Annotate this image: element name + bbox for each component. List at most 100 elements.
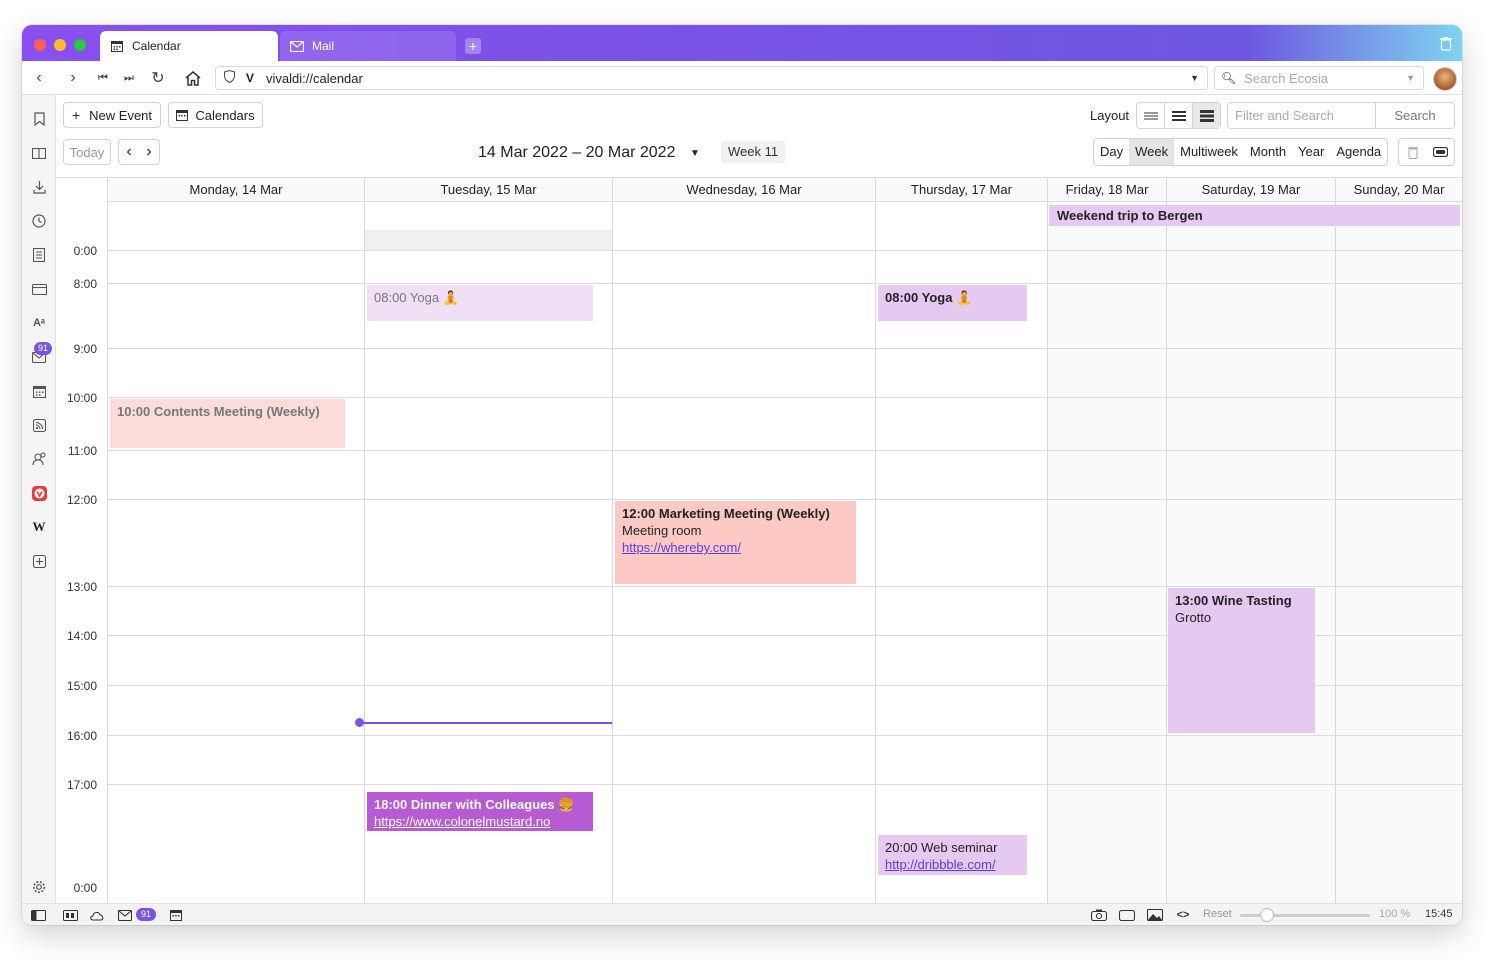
event-wine-tasting[interactable]: 13:00 Wine Tasting Grotto bbox=[1168, 588, 1315, 733]
toggle-panel-icon[interactable] bbox=[1427, 139, 1455, 165]
tab-calendar[interactable]: Calendar bbox=[100, 31, 278, 61]
mail-count-badge: 91 bbox=[136, 908, 157, 921]
layout-large-icon[interactable] bbox=[1193, 103, 1220, 128]
day-header: Tuesday, 15 Mar bbox=[364, 178, 612, 202]
event-dinner[interactable]: 18:00 Dinner with Colleagues 🍔 https://w… bbox=[367, 792, 593, 831]
day-column[interactable] bbox=[1047, 202, 1166, 904]
calendar-icon[interactable] bbox=[30, 382, 48, 400]
minimize-window-button[interactable] bbox=[54, 39, 66, 51]
event-link[interactable]: https://www.colonelmustard.no bbox=[374, 813, 586, 830]
layout-compact-icon[interactable] bbox=[1137, 103, 1165, 128]
time-label: 0:00 bbox=[73, 881, 97, 895]
address-bar: ‹ › ⏮ ⏭ ↻ V vivaldi://calendar ▼ 🔍︎ Sear… bbox=[22, 61, 1462, 95]
wikipedia-icon[interactable]: W bbox=[30, 518, 48, 536]
bookmark-icon[interactable] bbox=[30, 110, 48, 128]
view-day[interactable]: Day bbox=[1094, 139, 1129, 165]
calendars-button[interactable]: Calendars bbox=[168, 102, 263, 128]
time-label: 0:00 bbox=[73, 244, 97, 258]
event-link[interactable]: https://whereby.com/ bbox=[622, 539, 849, 556]
search-button[interactable]: Search bbox=[1376, 103, 1454, 128]
zoom-slider-handle[interactable] bbox=[1260, 908, 1274, 922]
notes-icon[interactable] bbox=[30, 246, 48, 264]
event-marketing-meeting[interactable]: 12:00 Marketing Meeting (Weekly) Meeting… bbox=[615, 501, 856, 584]
plus-icon: + bbox=[71, 107, 81, 123]
maximize-window-button[interactable] bbox=[74, 39, 86, 51]
contacts-icon[interactable] bbox=[30, 450, 48, 468]
mail-count-badge: 91 bbox=[34, 342, 53, 355]
all-day-event[interactable]: Weekend trip to Bergen bbox=[1049, 205, 1460, 226]
history-icon[interactable] bbox=[30, 212, 48, 230]
reload-icon[interactable]: ↻ bbox=[147, 67, 169, 89]
today-button[interactable]: Today bbox=[63, 139, 111, 165]
view-week[interactable]: Week bbox=[1129, 139, 1175, 165]
time-label: 16:00 bbox=[66, 729, 97, 743]
home-icon[interactable] bbox=[182, 67, 204, 89]
chevron-left-icon[interactable]: ‹ bbox=[126, 143, 131, 161]
search-engine-field[interactable]: 🔍︎ Search Ecosia ▼ bbox=[1214, 66, 1424, 90]
url-field[interactable]: V vivaldi://calendar ▼ bbox=[215, 66, 1208, 90]
add-panel-icon[interactable] bbox=[30, 552, 48, 570]
event-web-seminar[interactable]: 20:00 Web seminar http://dribbble.com/ bbox=[878, 835, 1027, 875]
mail-icon[interactable] bbox=[117, 908, 133, 922]
translate-icon[interactable]: Aᵃ bbox=[30, 314, 48, 332]
search-dropdown-icon[interactable]: ▼ bbox=[1406, 73, 1415, 83]
hour-line bbox=[107, 450, 1462, 451]
time-label: 12:00 bbox=[66, 493, 97, 507]
shield-icon[interactable] bbox=[224, 69, 236, 86]
date-range[interactable]: 14 Mar 2022 – 20 Mar 2022 bbox=[478, 144, 675, 162]
day-column[interactable] bbox=[1335, 202, 1462, 904]
rewind-icon[interactable]: ⏮ bbox=[92, 67, 114, 89]
page-actions-icon[interactable]: <> bbox=[1175, 908, 1191, 922]
back-icon[interactable]: ‹ bbox=[28, 67, 50, 89]
status-bar: 91 <> Reset 100 % 15:45 bbox=[22, 903, 1462, 925]
trash-icon[interactable] bbox=[1399, 139, 1427, 165]
event-location: Grotto bbox=[1175, 610, 1212, 625]
new-event-button[interactable]: + New Event bbox=[63, 102, 161, 128]
chevron-down-icon[interactable]: ▼ bbox=[690, 148, 700, 159]
filter-input[interactable]: Filter and Search bbox=[1228, 103, 1376, 128]
tab-tiling-icon[interactable] bbox=[62, 908, 78, 922]
chevron-right-icon[interactable]: › bbox=[146, 143, 151, 161]
view-multiweek[interactable]: Multiweek bbox=[1174, 139, 1244, 165]
week-number: Week 11 bbox=[721, 141, 786, 163]
trash-icon[interactable] bbox=[1440, 37, 1452, 54]
new-tab-button[interactable]: + bbox=[465, 38, 481, 54]
profile-avatar[interactable] bbox=[1433, 67, 1457, 91]
window-panel-icon[interactable] bbox=[30, 280, 48, 298]
tab-mail[interactable]: Mail bbox=[280, 31, 456, 61]
close-window-button[interactable] bbox=[34, 39, 46, 51]
event-title: 12:00 Marketing Meeting (Weekly) bbox=[622, 506, 830, 521]
downloads-icon[interactable] bbox=[30, 178, 48, 196]
search-icon: 🔍︎ bbox=[1221, 71, 1237, 85]
event-yoga[interactable]: 08:00 Yoga 🧘 bbox=[878, 285, 1027, 321]
url-dropdown-icon[interactable]: ▼ bbox=[1190, 73, 1199, 83]
view-switcher: Day Week Multiweek Month Year Agenda bbox=[1093, 138, 1389, 166]
calendar-icon[interactable] bbox=[168, 908, 184, 922]
reading-list-icon[interactable] bbox=[30, 144, 48, 162]
layout-medium-icon[interactable] bbox=[1165, 103, 1193, 128]
feeds-icon[interactable] bbox=[30, 416, 48, 434]
zoom-reset[interactable]: Reset bbox=[1203, 908, 1232, 920]
settings-icon[interactable] bbox=[30, 878, 48, 896]
time-label: 8:00 bbox=[73, 277, 97, 291]
view-agenda[interactable]: Agenda bbox=[1330, 139, 1387, 165]
tile-tabs-icon[interactable] bbox=[1119, 908, 1135, 922]
capture-icon[interactable] bbox=[1091, 908, 1107, 922]
view-month[interactable]: Month bbox=[1244, 139, 1292, 165]
day-column[interactable] bbox=[107, 202, 364, 904]
event-yoga[interactable]: 08:00 Yoga 🧘 bbox=[367, 285, 593, 321]
event-link[interactable]: http://dribbble.com/ bbox=[885, 856, 1020, 873]
fast-forward-icon[interactable]: ⏭ bbox=[118, 67, 140, 89]
panel-toggle-icon[interactable] bbox=[30, 908, 46, 922]
view-year[interactable]: Year bbox=[1292, 139, 1330, 165]
hour-line bbox=[107, 499, 1462, 500]
vivaldi-icon[interactable] bbox=[30, 484, 48, 502]
forward-icon[interactable]: › bbox=[62, 67, 84, 89]
event-contents-meeting[interactable]: 10:00 Contents Meeting (Weekly) bbox=[110, 399, 345, 448]
image-toggle-icon[interactable] bbox=[1147, 908, 1163, 922]
time-label: 11:00 bbox=[67, 444, 97, 458]
new-event-label: New Event bbox=[89, 107, 153, 123]
layout-label: Layout bbox=[1090, 108, 1130, 123]
sync-cloud-icon[interactable] bbox=[89, 908, 105, 922]
day-column[interactable] bbox=[1166, 202, 1335, 904]
